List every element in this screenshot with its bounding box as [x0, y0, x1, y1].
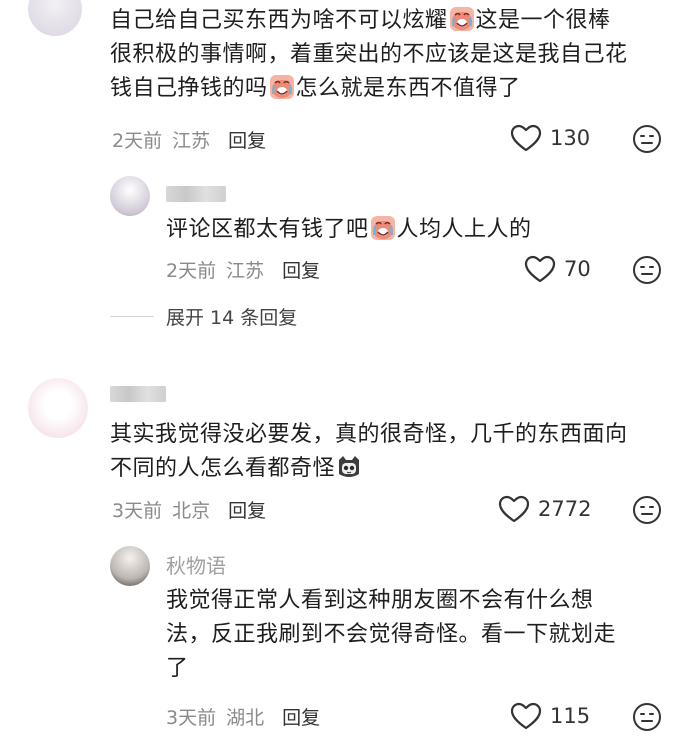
like-button[interactable]: 70	[524, 255, 591, 283]
avatar[interactable]	[28, 378, 88, 438]
comment-line: 这是一个很棒	[475, 8, 611, 33]
avatar[interactable]	[110, 546, 150, 586]
like-button[interactable]: 2772	[498, 495, 591, 523]
reply-meta: 3天前 湖北 回复	[166, 703, 320, 730]
comment-line: 怎么就是东西不值得了	[295, 76, 521, 101]
heart-icon	[510, 124, 542, 152]
reply-line: 我觉得正常人看到这种朋友圈不会有什么想	[166, 588, 594, 613]
avatar[interactable]	[110, 176, 150, 216]
expand-replies-button[interactable]: 展开 14 条回复	[110, 303, 297, 330]
username[interactable]: 秋物语	[166, 550, 226, 579]
reply-text: 评论区都太有钱了吧 人均人上人的	[166, 213, 532, 247]
dislike-icon[interactable]	[632, 495, 662, 525]
comment-text: 其实我觉得没必要发，真的很奇怪，几千的东西面向 不同的人怎么看都奇怪	[110, 418, 690, 486]
dislike-icon[interactable]	[632, 702, 662, 732]
like-count: 115	[550, 704, 591, 728]
like-count: 70	[564, 257, 591, 281]
divider-line	[110, 316, 154, 317]
like-button[interactable]: 115	[510, 702, 590, 730]
dislike-icon[interactable]	[632, 255, 662, 285]
location: 江苏	[172, 130, 211, 152]
crying-face-icon	[269, 74, 295, 100]
reply-button[interactable]: 回复	[282, 256, 320, 283]
timestamp: 3天前	[112, 500, 163, 522]
reply-button[interactable]: 回复	[228, 126, 266, 153]
reply-text: 我觉得正常人看到这种朋友圈不会有什么想 法，反正我刷到不会觉得奇怪。看一下就划走…	[166, 584, 646, 686]
location: 北京	[172, 500, 211, 522]
reply-meta: 2天前 江苏 回复	[166, 256, 320, 283]
reply-line: 法，反正我刷到不会觉得奇怪。看一下就划走	[166, 622, 617, 647]
timestamp: 3天前	[166, 707, 217, 729]
comment-line: 钱自己挣钱的吗	[110, 76, 268, 101]
comment-line: 其实我觉得没必要发，真的很奇怪，几千的东西面向	[110, 422, 628, 447]
comment-meta: 3天前 北京 回复	[112, 496, 266, 523]
timestamp: 2天前	[166, 260, 217, 282]
reply-line: 了	[166, 656, 189, 681]
username-blurred[interactable]	[110, 380, 166, 404]
reply-line: 人均人上人的	[396, 217, 532, 242]
reply-button[interactable]: 回复	[228, 496, 266, 523]
comment-line: 不同的人怎么看都奇怪	[110, 456, 336, 481]
expand-replies-label: 展开 14 条回复	[166, 307, 298, 329]
username-blurred[interactable]	[166, 180, 226, 204]
reply-line: 评论区都太有钱了吧	[166, 217, 369, 242]
location: 湖北	[226, 707, 265, 729]
timestamp: 2天前	[112, 130, 163, 152]
avatar[interactable]	[28, 0, 82, 36]
crying-face-icon	[449, 6, 475, 32]
heart-icon	[524, 255, 556, 283]
like-button[interactable]: 130	[510, 124, 590, 152]
comment-line: 自己给自己买东西为啥不可以炫耀	[110, 8, 448, 33]
heart-icon	[510, 702, 542, 730]
location: 江苏	[226, 260, 265, 282]
comment-meta: 2天前 江苏 回复	[112, 126, 266, 153]
like-count: 2772	[538, 497, 592, 521]
heart-icon	[498, 495, 530, 523]
dislike-icon[interactable]	[632, 124, 662, 154]
crying-face-icon	[370, 215, 396, 241]
cat-face-icon	[336, 454, 362, 480]
like-count: 130	[550, 126, 591, 150]
comment-text: 自己给自己买东西为啥不可以炫耀 这是一个很棒 很积极的事情啊，着重突出的不应该是这…	[110, 4, 690, 106]
comment-line: 很积极的事情啊，着重突出的不应该是这是我自己花	[110, 42, 628, 67]
reply-button[interactable]: 回复	[282, 703, 320, 730]
